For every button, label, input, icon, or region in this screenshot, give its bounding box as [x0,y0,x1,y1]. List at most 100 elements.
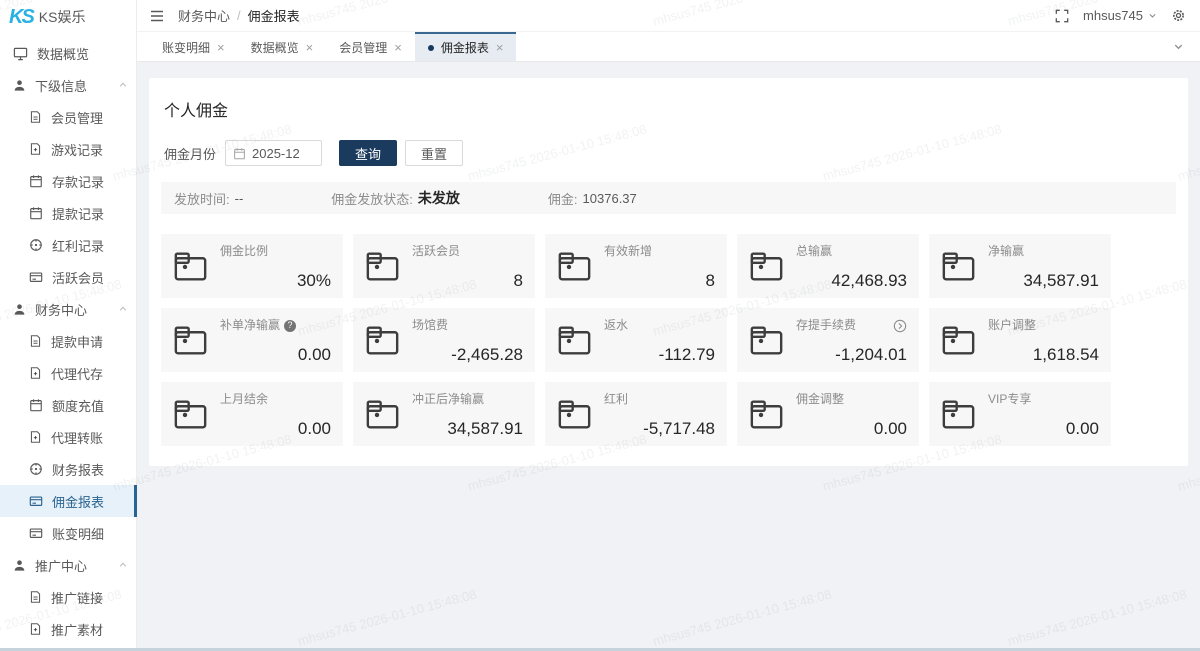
content-area: 个人佣金 佣金月份 2025-12 查询 重置 发放时间:--佣金发放状态:未发… [137,62,1200,651]
doc-icon [29,110,42,124]
status-bar: 发放时间:--佣金发放状态:未发放佣金:10376.37 [161,182,1176,214]
month-picker-input[interactable]: 2025-12 [225,140,322,166]
stat-card-红利: 红利-5,717.48 [545,382,727,446]
tab-close-icon[interactable]: × [496,41,504,54]
sidebar-item-label: 代理转账 [51,428,103,447]
sidebar-item-label: 下级信息 [35,76,87,95]
folder-icon [748,391,785,437]
stat-card-活跃会员: 活跃会员8 [353,234,535,298]
stat-card-label: 红利 [604,393,628,406]
sidebar-item-账变明细[interactable]: 账变明细 [0,517,136,549]
logo-icon: KS [9,7,33,27]
sidebar-item-推广素材[interactable]: 推广素材 [0,613,136,645]
stat-card-value: 34,587.91 [988,272,1099,289]
sidebar-item-label: 财务报表 [52,460,104,479]
fullscreen-icon[interactable] [1055,9,1069,23]
tabs-container: 账变明细×数据概览×会员管理×佣金报表× [149,32,516,61]
sidebar-item-存款记录[interactable]: 存款记录 [0,165,136,197]
stat-card-value: 34,587.91 [412,420,523,437]
sidebar-item-下级信息[interactable]: 下级信息 [0,69,136,101]
stat-card-label: 活跃会员 [412,245,460,258]
stat-card-有效新增: 有效新增8 [545,234,727,298]
tab-账变明细[interactable]: 账变明细× [149,32,238,61]
sidebar-item-label: 代理代存 [51,364,103,383]
stat-card-value: 30% [220,272,331,289]
stat-card-label: 佣金调整 [796,393,844,406]
user-icon [13,303,26,316]
sidebar-item-推广中心[interactable]: 推广中心 [0,549,136,581]
sidebar-item-游戏记录[interactable]: 游戏记录 [0,133,136,165]
sidebar-item-代理转账[interactable]: 代理转账 [0,421,136,453]
folder-icon [556,243,593,289]
chevron-right-circle-icon[interactable] [893,319,907,333]
doc-icon [29,590,42,604]
stat-card-value: 0.00 [796,420,907,437]
tab-数据概览[interactable]: 数据概览× [238,32,327,61]
sidebar-item-label: 存款记录 [52,172,104,191]
sidebar-item-推广链接[interactable]: 推广链接 [0,581,136,613]
folder-icon [556,391,593,437]
sidebar-item-佣金报表[interactable]: 佣金报表 [0,485,136,517]
tabbar-chevron-down-icon[interactable] [1173,32,1200,61]
sidebar-item-label: 推广素材 [51,620,103,639]
stat-card-净输赢: 净输赢 34,587.91 [929,234,1111,298]
active-tab-dot [428,45,434,51]
user-menu[interactable]: mhsus745 [1083,8,1157,23]
status-field-value: -- [235,191,244,206]
card-icon [29,526,43,540]
doc-plus-icon [29,142,42,156]
stat-card-value: -2,465.28 [412,346,523,363]
stat-card-label: 冲正后净输赢 [412,393,484,406]
folder-icon [940,243,977,289]
gear-icon[interactable] [1171,8,1186,23]
username: mhsus745 [1083,8,1143,23]
stat-card-value: 0.00 [220,346,331,363]
help-icon[interactable]: ? [284,320,296,332]
doc-icon [29,334,42,348]
sidebar-item-提款记录[interactable]: 提款记录 [0,197,136,229]
status-field-value: 10376.37 [583,191,637,206]
status-field-label: 发放时间: [174,189,230,208]
menu-collapse-icon[interactable] [150,10,164,22]
sidebar-item-label: 活跃会员 [52,268,104,287]
reset-button[interactable]: 重置 [405,140,463,166]
calendar-icon [233,147,246,160]
sidebar-item-活跃会员[interactable]: 活跃会员 [0,261,136,293]
sidebar-item-财务报表[interactable]: 财务报表 [0,453,136,485]
calendar-icon [29,398,43,412]
doc-plus-icon [29,622,42,636]
breadcrumb-section[interactable]: 财务中心 [178,6,230,25]
folder-icon [940,391,977,437]
folder-icon [172,243,209,289]
sidebar-item-提款申请[interactable]: 提款申请 [0,325,136,357]
sidebar-item-label: 佣金报表 [52,492,104,511]
breadcrumb: 财务中心 / 佣金报表 [178,6,300,25]
sidebar-item-额度充值[interactable]: 额度充值 [0,389,136,421]
stat-card-label: 净输赢 [988,245,1024,258]
stat-card-label: 有效新增 [604,245,652,258]
tab-close-icon[interactable]: × [394,41,402,54]
stat-card-label: 返水 [604,319,628,332]
sidebar-item-数据概览[interactable]: 数据概览 [0,37,136,69]
user-icon [13,559,26,572]
stat-card-label: 佣金比例 [220,245,268,258]
tab-会员管理[interactable]: 会员管理× [326,32,415,61]
tab-close-icon[interactable]: × [306,41,314,54]
stat-card-value: 0.00 [220,420,331,437]
breadcrumb-current: 佣金报表 [248,6,300,25]
sidebar-item-财务中心[interactable]: 财务中心 [0,293,136,325]
sidebar-item-代理代存[interactable]: 代理代存 [0,357,136,389]
query-button[interactable]: 查询 [339,140,397,166]
calendar-icon [29,174,43,188]
sidebar-item-红利记录[interactable]: 红利记录 [0,229,136,261]
stat-card-label: 场馆费 [412,319,448,332]
sidebar-item-会员管理[interactable]: 会员管理 [0,101,136,133]
app-window: KS KS娱乐 数据概览下级信息会员管理游戏记录存款记录提款记录红利记录活跃会员… [0,0,1200,651]
stat-card-佣金比例: 佣金比例 30% [161,234,343,298]
tab-佣金报表[interactable]: 佣金报表× [415,32,517,61]
month-picker-value: 2025-12 [252,146,300,161]
sidebar-item-label: 账变明细 [52,524,104,543]
sidebar-item-label: 提款申请 [51,332,103,351]
tab-close-icon[interactable]: × [217,41,225,54]
stat-card-label: 存提手续费 [796,319,856,332]
